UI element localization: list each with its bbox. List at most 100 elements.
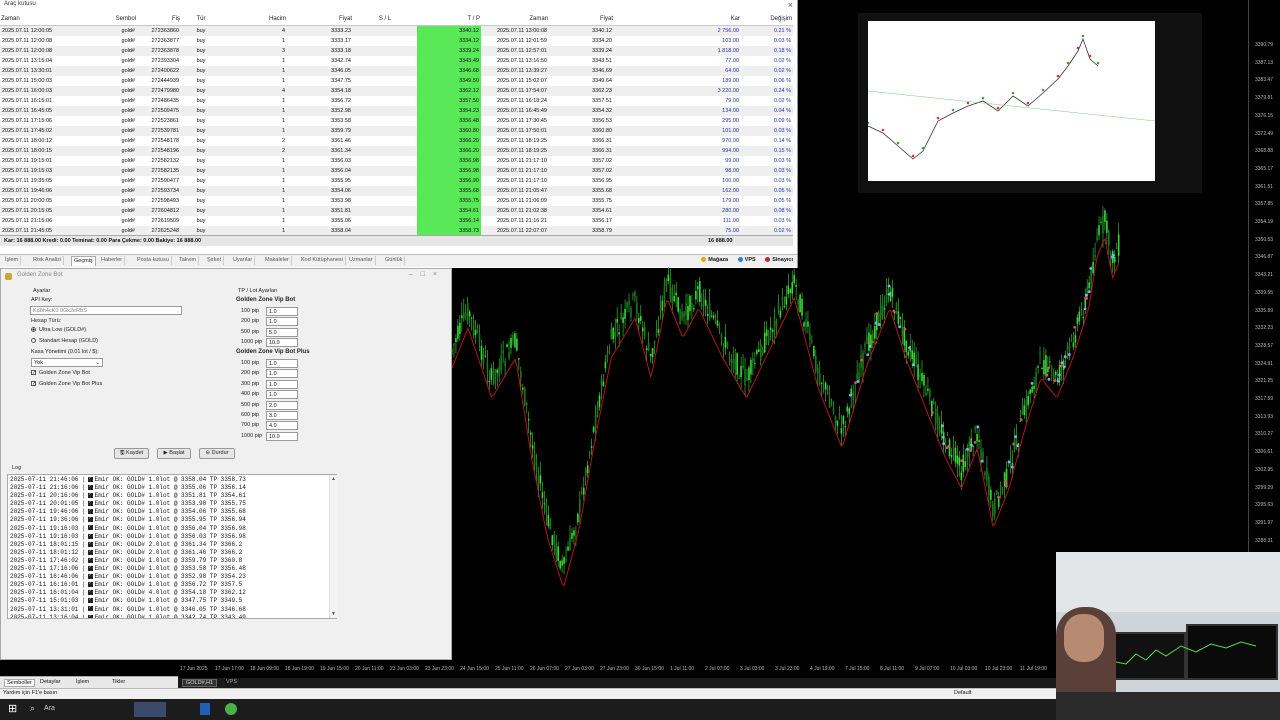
- column-header[interactable]: Hacim: [221, 13, 287, 26]
- table-row[interactable]: 2025.07.11 16:00:03 gold# 272479980 buy 4 335…: [0, 86, 793, 96]
- column-header[interactable]: Fiyat: [549, 13, 614, 26]
- tp-lot-input[interactable]: 1.0: [266, 390, 298, 400]
- table-cell: gold#: [121, 58, 135, 64]
- table-row[interactable]: 2025.07.11 16:45:05 gold# 272509475 buy 1 335…: [0, 106, 793, 116]
- table-row[interactable]: 2025.07.11 19:15:01 gold# 272582132 buy 1 335…: [0, 156, 793, 166]
- taskbar-search[interactable]: Ara: [44, 705, 55, 712]
- table-cell: 3357.51: [592, 98, 612, 104]
- terminal-tab[interactable]: Risk Analizi: [31, 256, 65, 265]
- terminal-tab[interactable]: Uyarılar: [231, 256, 256, 265]
- checkbox-vip[interactable]: ✓ Golden Zone Vip Bot: [31, 370, 90, 376]
- table-row[interactable]: 2025.07.11 12:00:08 gold# 272363878 buy 3 333…: [0, 46, 793, 56]
- tp-lot-input[interactable]: 1.0: [266, 317, 298, 327]
- terminal-tab[interactable]: Takvim: [177, 256, 200, 265]
- windows-icon[interactable]: ⊞: [8, 702, 17, 715]
- window-controls[interactable]: –□×: [409, 271, 445, 278]
- table-row[interactable]: 2025.07.11 19:35:05 gold# 272590477 buy 1 335…: [0, 176, 793, 186]
- terminal-tab[interactable]: İşlem: [3, 256, 22, 265]
- table-row[interactable]: 2025.07.11 12:00:08 gold# 272363877 buy 1 333…: [0, 36, 793, 46]
- close-icon[interactable]: ×: [788, 0, 793, 10]
- candle-body: [750, 359, 752, 375]
- terminal-tab[interactable]: Kod Kütüphanesi: [299, 256, 346, 265]
- column-header[interactable]: Tür: [181, 13, 221, 26]
- column-header[interactable]: Zaman: [0, 13, 75, 26]
- preview-marker: [921, 146, 925, 150]
- start-button[interactable]: ▶ Başlat: [157, 448, 191, 459]
- market-watch-tab[interactable]: Semboller: [4, 679, 35, 687]
- terminal-tab[interactable]: Haberler: [99, 256, 126, 265]
- terminal-tab[interactable]: Makaleler: [263, 256, 292, 265]
- column-header[interactable]: Fiyat: [287, 13, 353, 26]
- candle-body: [555, 543, 558, 557]
- tp-lot-input[interactable]: 3.0: [266, 411, 298, 420]
- checkbox-vip-plus[interactable]: ✓ Golden Zone Vip Bot Plus: [31, 381, 102, 387]
- market-watch-tab[interactable]: Detaylar: [40, 679, 60, 685]
- api-key-input[interactable]: Kd8h4cK0 9Gk2eRbS: [30, 306, 182, 315]
- app-icon-pen[interactable]: [200, 703, 210, 715]
- tp-lot-input[interactable]: 5.0: [266, 327, 298, 337]
- trade-marker: [997, 495, 1000, 499]
- tp-lot-input[interactable]: 1.0: [266, 379, 298, 389]
- log-line: 2025-07-11 17:16:06 | ✓ Emir OK: GOLD# 1.0…: [10, 565, 246, 573]
- tp-lot-input[interactable]: 1.0: [266, 307, 298, 316]
- market-watch-tab[interactable]: Tikler: [112, 679, 125, 685]
- check-icon: ✓: [87, 493, 93, 499]
- table-row[interactable]: 2025.07.11 12:00:05 gold# 272363860 buy 4 333…: [0, 25, 793, 36]
- candle-body: [832, 408, 835, 413]
- table-row[interactable]: 2025.07.11 13:30:01 gold# 272400622 buy 1 334…: [0, 66, 793, 76]
- table-row[interactable]: 2025.07.11 17:15:06 gold# 272523861 buy 1 335…: [0, 116, 793, 126]
- tp-lot-input[interactable]: 1.0: [266, 359, 298, 368]
- tp-lot-input[interactable]: 2.0: [266, 400, 298, 410]
- account-option-standard[interactable]: Standart Hesap (GOLD): [31, 338, 98, 344]
- radio-standard[interactable]: [31, 338, 36, 344]
- column-header[interactable]: Fiş: [137, 13, 181, 26]
- chart-tab-gold[interactable]: GOLD#,H1: [182, 679, 218, 687]
- column-header[interactable]: Değişim: [741, 13, 793, 26]
- tp-lot-input[interactable]: 10.0: [266, 338, 298, 348]
- market-watch-tab[interactable]: İşlem: [76, 679, 89, 685]
- candle-body: [502, 350, 504, 354]
- table-cell: 3346.05: [287, 66, 353, 76]
- stop-button[interactable]: ⊝ Durdur: [199, 448, 235, 459]
- search-icon[interactable]: ⌕: [30, 703, 35, 714]
- app-icon-terminal[interactable]: [225, 703, 237, 715]
- column-header[interactable]: Kar: [614, 13, 741, 26]
- table-row[interactable]: 2025.07.11 18:00:12 gold# 272548178 buy 2 336…: [0, 136, 793, 146]
- scroll-down-icon[interactable]: ▼: [331, 611, 336, 617]
- table-row[interactable]: 2025.07.11 19:15:03 gold# 272582135 buy 1 335…: [0, 166, 793, 176]
- news-widget-icon[interactable]: [134, 702, 166, 717]
- candle-body: [559, 561, 561, 569]
- table-row[interactable]: 2025.07.11 18:00:15 gold# 272548196 buy 2 336…: [0, 146, 793, 156]
- tp-lot-input[interactable]: 4.0: [266, 421, 298, 431]
- trade-marker: [1012, 442, 1016, 446]
- check-icon[interactable]: ✓: [31, 370, 36, 376]
- terminal-tab[interactable]: Uzmanlar: [347, 256, 376, 265]
- table-row[interactable]: 2025.07.11 15:00:03 gold# 272444939 buy 1 334…: [0, 76, 793, 86]
- tp-lot-input[interactable]: 1.0: [266, 369, 298, 379]
- terminal-tab[interactable]: Geçmiş: [71, 256, 96, 266]
- log-panel[interactable]: 2025-07-11 21:46:06 | ✓ Emir OK: GOLD# 1.0…: [7, 474, 337, 619]
- scroll-up-icon[interactable]: ▲: [331, 476, 336, 482]
- table-row[interactable]: 2025.07.11 13:15:04 gold# 272393304 buy 1 334…: [0, 56, 793, 66]
- table-row[interactable]: 2025.07.11 16:15:01 gold# 272486435 buy 1 335…: [0, 96, 793, 106]
- tp-lot-input[interactable]: 10.0: [266, 431, 298, 441]
- terminal-tab[interactable]: Posta kutusu: [135, 256, 172, 265]
- save-button[interactable]: 🖫 Kaydet: [114, 448, 149, 459]
- candle-body: [754, 362, 756, 364]
- terminal-tab[interactable]: Günlük: [383, 256, 406, 265]
- check-icon[interactable]: ✓: [31, 381, 36, 387]
- column-header[interactable]: T / P: [417, 13, 481, 26]
- column-header[interactable]: Sembol: [75, 13, 137, 26]
- cash-management-select[interactable]: Yok ⌄: [31, 358, 103, 367]
- table-cell: 0.06 %: [773, 78, 791, 84]
- log-scrollbar[interactable]: ▲ ▼: [329, 475, 337, 618]
- column-header[interactable]: Zaman: [481, 13, 549, 26]
- chart-tab-vps[interactable]: VPS: [226, 679, 237, 685]
- radio-ultra[interactable]: [31, 327, 36, 333]
- terminal-tab[interactable]: Şirket: [205, 256, 225, 265]
- column-header[interactable]: S / L: [353, 13, 417, 26]
- time-label: 2 Jul 07:00: [705, 666, 730, 672]
- table-row[interactable]: 2025.07.11 17:45:02 gold# 272539781 buy 1 335…: [0, 126, 793, 136]
- account-option-ultra[interactable]: Ultra Low (GOLD#): [31, 327, 86, 333]
- trade-marker: [970, 443, 973, 447]
